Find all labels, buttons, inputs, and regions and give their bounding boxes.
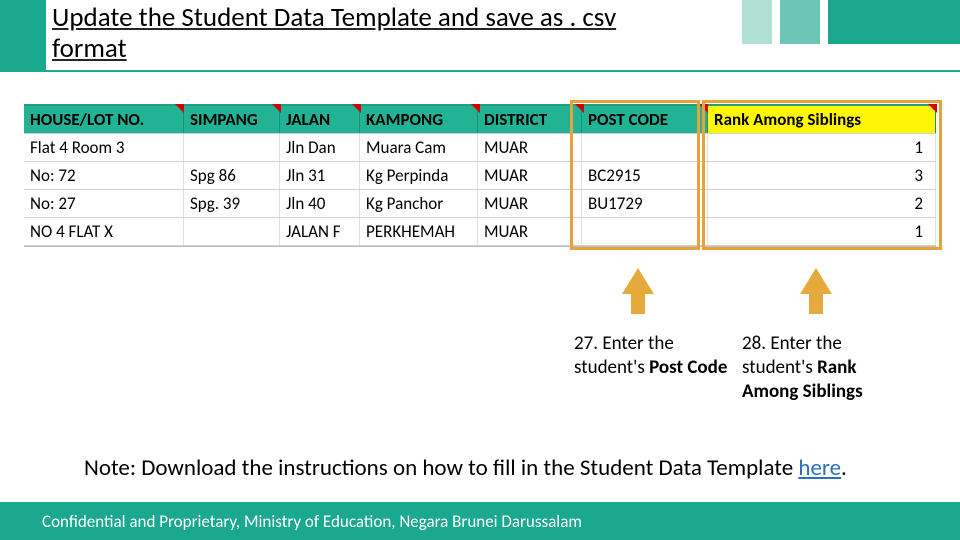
note-tail: . [841, 454, 847, 482]
download-instructions-link[interactable]: here [798, 454, 841, 482]
comment-marker-icon [471, 104, 480, 113]
col-jalan: JALAN [280, 106, 360, 133]
cell: Muara Cam [360, 134, 478, 161]
comment-marker-icon [352, 104, 361, 113]
cell [184, 134, 280, 161]
cell: MUAR [478, 134, 582, 161]
title-accent-block-light [742, 0, 772, 44]
cell: Spg 86 [184, 162, 280, 189]
callout-bold: Post Code [649, 356, 727, 379]
page-title: Update the Student Data Template and sav… [52, 2, 662, 64]
cell: PERKHEMAH [360, 218, 478, 245]
cell: Jln Dan [280, 134, 360, 161]
title-underline [46, 70, 960, 72]
title-accent-block-mid [780, 0, 820, 44]
cell: MUAR [478, 218, 582, 245]
callout-postcode: 27. Enter the student's Post Code [574, 332, 744, 380]
cell: MUAR [478, 162, 582, 189]
cell [184, 218, 280, 245]
col-kampong: KAMPONG [360, 106, 478, 133]
cell: NO 4 FLAT X [24, 218, 184, 245]
footer-text: Confidential and Proprietary, Ministry o… [42, 511, 582, 532]
highlight-postcode [570, 100, 700, 250]
cell: No: 27 [24, 190, 184, 217]
cell: Jln 40 [280, 190, 360, 217]
col-house: HOUSE/LOT NO. [24, 106, 184, 133]
arrow-up-icon [800, 268, 832, 294]
cell: MUAR [478, 190, 582, 217]
cell: No: 72 [24, 162, 184, 189]
arrow-up-icon [622, 268, 654, 294]
comment-marker-icon [272, 104, 281, 113]
highlight-rank [702, 100, 942, 250]
comment-marker-icon [175, 104, 184, 113]
note-text: Note: Download the instructions on how t… [84, 454, 798, 482]
title-accent-left [0, 0, 46, 72]
cell: Jln 31 [280, 162, 360, 189]
col-district: DISTRICT [478, 106, 582, 133]
title-accent-block-dark [828, 0, 960, 44]
callout-rank: 28. Enter the student's Rank Among Sibli… [742, 332, 912, 403]
footer-bar: Confidential and Proprietary, Ministry o… [0, 502, 960, 540]
cell: Kg Panchor [360, 190, 478, 217]
cell: Spg. 39 [184, 190, 280, 217]
col-simpang: SIMPANG [184, 106, 280, 133]
cell: JALAN F [280, 218, 360, 245]
title-bar: Update the Student Data Template and sav… [0, 0, 960, 72]
cell: Flat 4 Room 3 [24, 134, 184, 161]
note-line: Note: Download the instructions on how t… [84, 454, 904, 482]
cell: Kg Perpinda [360, 162, 478, 189]
